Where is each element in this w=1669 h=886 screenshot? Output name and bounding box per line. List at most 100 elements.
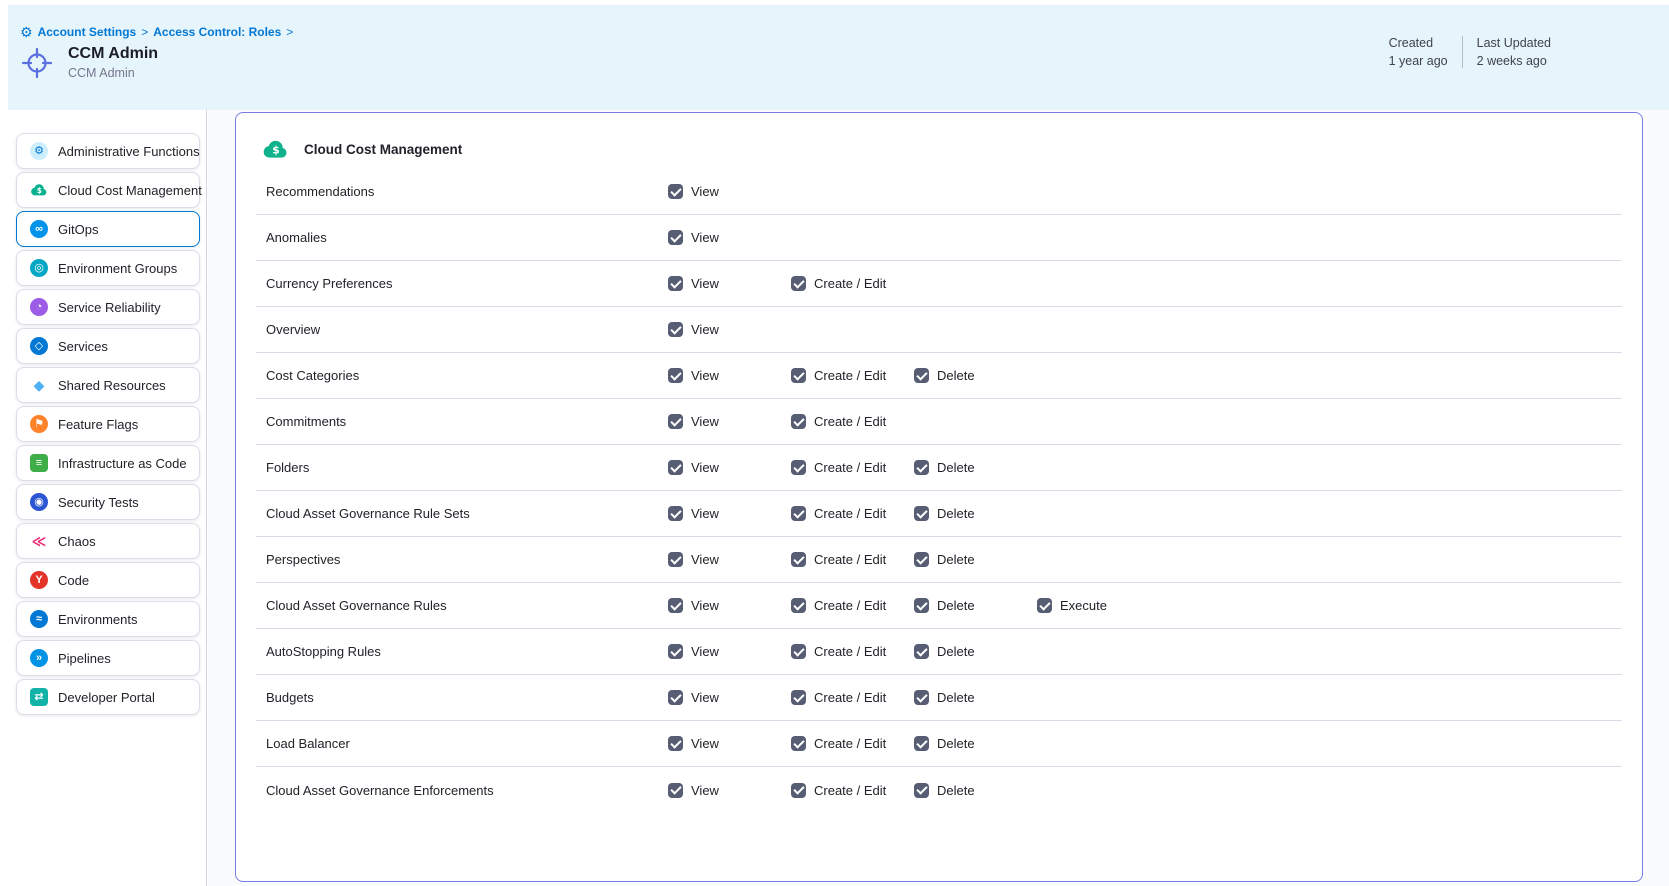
permission-label[interactable]: View <box>691 598 719 613</box>
sidebar-item-administrative-functions[interactable]: ⚙Administrative Functions <box>16 133 200 169</box>
permission-label[interactable]: Delete <box>937 598 975 613</box>
main-area: $ Cloud Cost Management RecommendationsV… <box>208 110 1669 886</box>
sidebar-item-developer-portal[interactable]: ⇄Developer Portal <box>16 679 200 715</box>
permission-label[interactable]: View <box>691 230 719 245</box>
service-reliability-icon: ◔ <box>30 298 48 316</box>
permission-checkbox-checked[interactable] <box>668 276 683 291</box>
sidebar-item-environment-groups[interactable]: ◎Environment Groups <box>16 250 200 286</box>
permission-checkbox-checked[interactable] <box>791 368 806 383</box>
breadcrumb-account-settings[interactable]: Account Settings <box>38 25 137 39</box>
permission-checkbox-checked[interactable] <box>668 690 683 705</box>
permission-checkbox-checked[interactable] <box>791 644 806 659</box>
sidebar-item-cloud-cost-management[interactable]: $Cloud Cost Management <box>16 172 200 208</box>
panel-header: $ Cloud Cost Management <box>256 129 1622 169</box>
permission-label[interactable]: Create / Edit <box>814 414 886 429</box>
resource-label: Cloud Asset Governance Rules <box>266 598 668 613</box>
permission-label[interactable]: Create / Edit <box>814 276 886 291</box>
permission-checkbox-checked[interactable] <box>914 368 929 383</box>
permission-checkbox-checked[interactable] <box>791 598 806 613</box>
permission-checkbox-checked[interactable] <box>791 506 806 521</box>
permission-label[interactable]: View <box>691 552 719 567</box>
permission-checkbox-checked[interactable] <box>914 460 929 475</box>
sidebar-item-environments[interactable]: ≈Environments <box>16 601 200 637</box>
permission-label[interactable]: Delete <box>937 690 975 705</box>
page-title: CCM Admin <box>68 45 158 63</box>
permission-checkbox-checked[interactable] <box>668 230 683 245</box>
permission-checkbox-checked[interactable] <box>668 322 683 337</box>
permission-checkbox-checked[interactable] <box>668 184 683 199</box>
permission-label[interactable]: View <box>691 690 719 705</box>
sidebar-item-label: Services <box>58 339 108 354</box>
permission-checkbox-checked[interactable] <box>791 783 806 798</box>
permission-label[interactable]: View <box>691 736 719 751</box>
permission-checkbox-checked[interactable] <box>791 736 806 751</box>
permission-checkbox-checked[interactable] <box>668 414 683 429</box>
permission-row: Cloud Asset Governance EnforcementsViewC… <box>256 767 1622 813</box>
permission-label[interactable]: View <box>691 276 719 291</box>
feature-flags-icon: ⚑ <box>30 415 48 433</box>
permission-checkbox-checked[interactable] <box>668 736 683 751</box>
sidebar-item-security-tests[interactable]: ◉Security Tests <box>16 484 200 520</box>
sidebar-item-shared-resources[interactable]: ◆Shared Resources <box>16 367 200 403</box>
permission-checkbox-checked[interactable] <box>791 690 806 705</box>
permission-label[interactable]: Delete <box>937 783 975 798</box>
permission-checkbox-checked[interactable] <box>791 414 806 429</box>
permission-checkbox-checked[interactable] <box>668 460 683 475</box>
permission-checkbox-checked[interactable] <box>914 783 929 798</box>
sidebar-item-gitops[interactable]: ∞GitOps <box>16 211 200 247</box>
permission-label[interactable]: View <box>691 414 719 429</box>
permission-label[interactable]: Create / Edit <box>814 598 886 613</box>
permission-checkbox-checked[interactable] <box>914 736 929 751</box>
permission-checkbox-checked[interactable] <box>668 644 683 659</box>
permission-label[interactable]: Create / Edit <box>814 644 886 659</box>
permission-label[interactable]: View <box>691 368 719 383</box>
permission-checkbox-checked[interactable] <box>668 598 683 613</box>
permission-label[interactable]: View <box>691 506 719 521</box>
sidebar-item-service-reliability[interactable]: ◔Service Reliability <box>16 289 200 325</box>
permission-checkbox-checked[interactable] <box>914 552 929 567</box>
sidebar-item-code[interactable]: YCode <box>16 562 200 598</box>
permission-label[interactable]: Create / Edit <box>814 460 886 475</box>
permission-label[interactable]: Delete <box>937 506 975 521</box>
permission-label[interactable]: View <box>691 783 719 798</box>
permission-checkbox-checked[interactable] <box>668 368 683 383</box>
permission-label[interactable]: Delete <box>937 644 975 659</box>
permission-label[interactable]: View <box>691 460 719 475</box>
permission-label[interactable]: Create / Edit <box>814 506 886 521</box>
sidebar-item-pipelines[interactable]: »Pipelines <box>16 640 200 676</box>
permission-checkbox-checked[interactable] <box>668 783 683 798</box>
sidebar-item-feature-flags[interactable]: ⚑Feature Flags <box>16 406 200 442</box>
sidebar-item-services[interactable]: ◇Services <box>16 328 200 364</box>
permission-label[interactable]: Create / Edit <box>814 552 886 567</box>
permission-checkbox-checked[interactable] <box>668 506 683 521</box>
permission-checkbox-checked[interactable] <box>791 276 806 291</box>
permission-label[interactable]: Create / Edit <box>814 690 886 705</box>
permission-checkbox-checked[interactable] <box>791 552 806 567</box>
sidebar-item-chaos[interactable]: ≪Chaos <box>16 523 200 559</box>
breadcrumb-access-control-roles[interactable]: Access Control: Roles <box>153 25 281 39</box>
permission-checkbox-checked[interactable] <box>914 690 929 705</box>
permission-checkbox-checked[interactable] <box>914 506 929 521</box>
permission-checkbox-checked[interactable] <box>791 460 806 475</box>
permission-cell: Create / Edit <box>791 276 914 291</box>
permission-label[interactable]: Delete <box>937 552 975 567</box>
permission-label[interactable]: Create / Edit <box>814 736 886 751</box>
permission-label[interactable]: Create / Edit <box>814 783 886 798</box>
sidebar-item-infrastructure-as-code[interactable]: ≡Infrastructure as Code <box>16 445 200 481</box>
permission-checkbox-checked[interactable] <box>1037 598 1052 613</box>
permission-label[interactable]: View <box>691 322 719 337</box>
permission-cell: Delete <box>914 552 1037 567</box>
permission-checkbox-checked[interactable] <box>914 644 929 659</box>
permission-label[interactable]: Execute <box>1060 598 1107 613</box>
page-header: ⚙ Account Settings > Access Control: Rol… <box>8 5 1669 110</box>
permission-label[interactable]: Create / Edit <box>814 368 886 383</box>
permission-label[interactable]: Delete <box>937 460 975 475</box>
permission-label[interactable]: Delete <box>937 736 975 751</box>
permission-checkbox-checked[interactable] <box>668 552 683 567</box>
environments-icon: ≈ <box>30 610 48 628</box>
permission-cell: View <box>668 230 791 245</box>
permission-checkbox-checked[interactable] <box>914 598 929 613</box>
permission-label[interactable]: View <box>691 184 719 199</box>
permission-label[interactable]: Delete <box>937 368 975 383</box>
permission-label[interactable]: View <box>691 644 719 659</box>
